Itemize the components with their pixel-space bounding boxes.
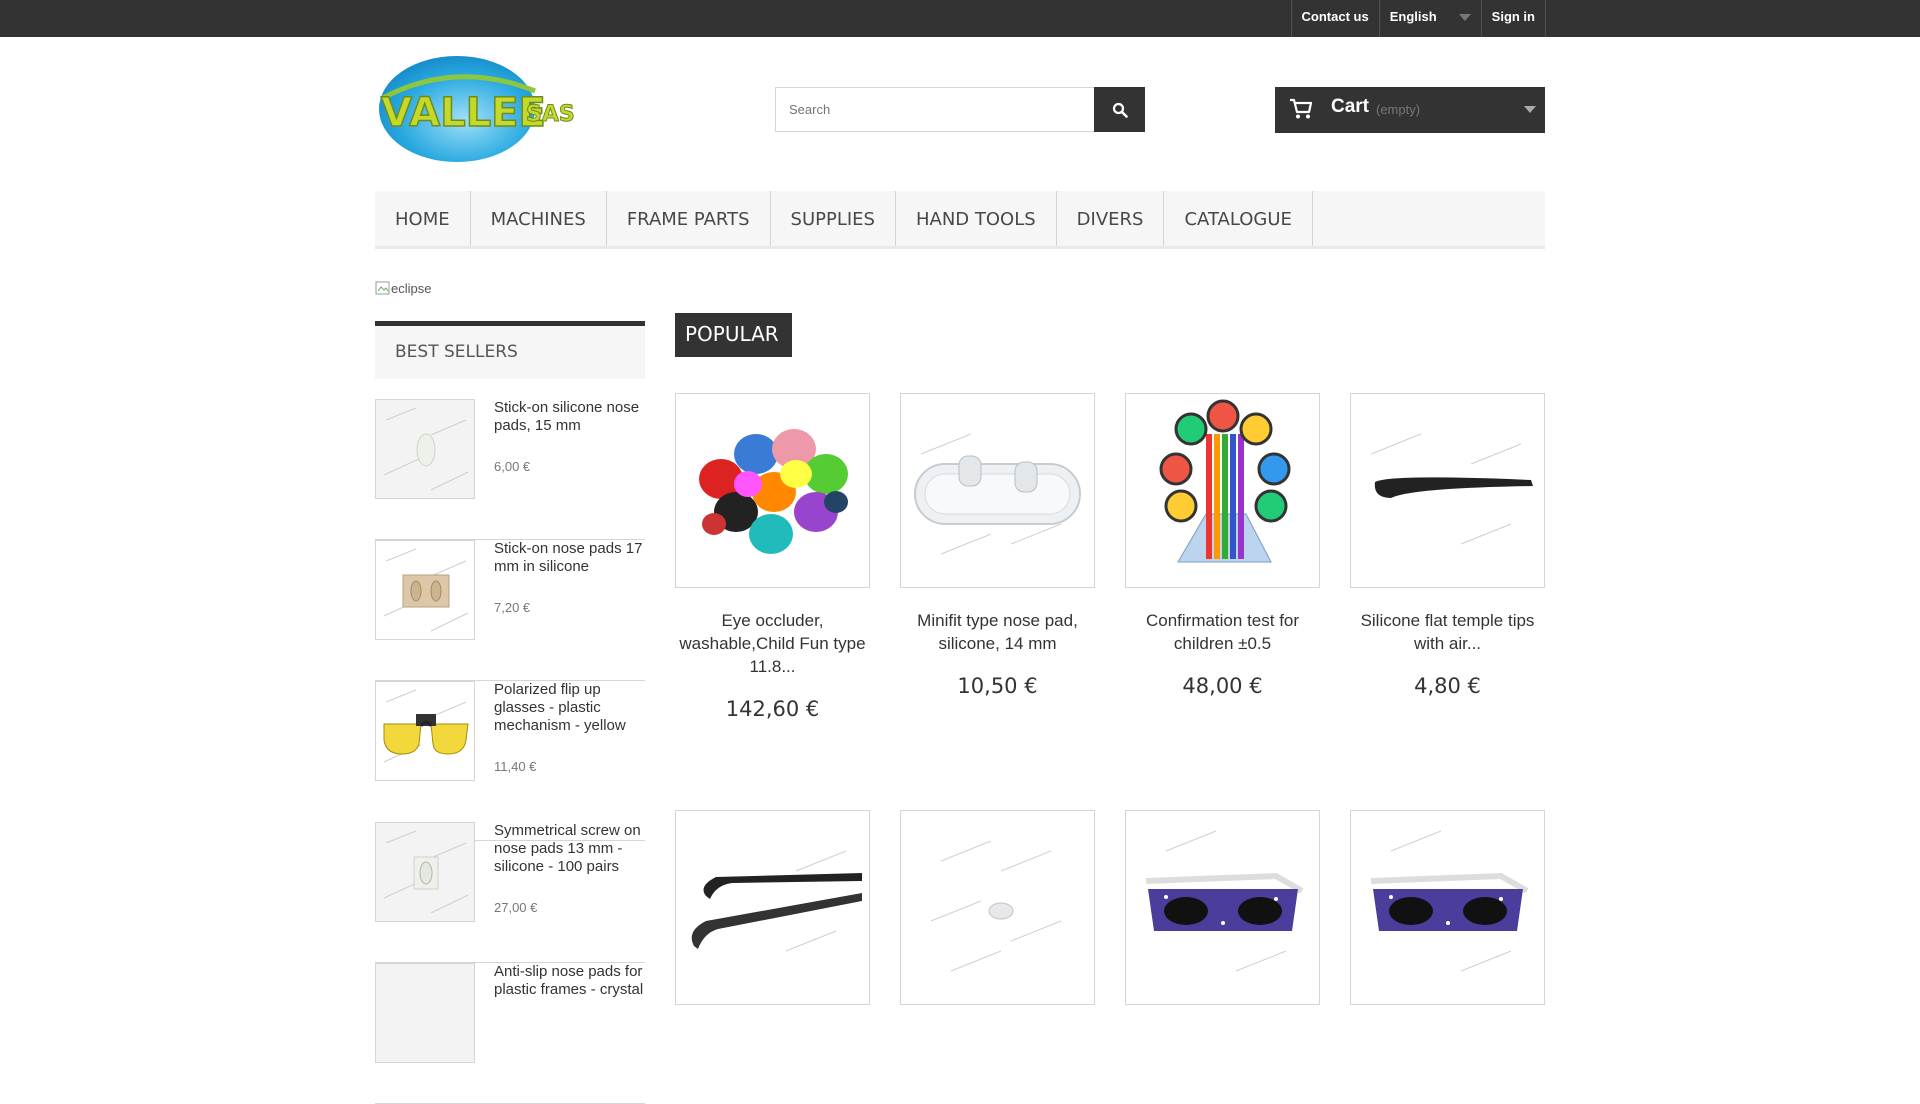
product-image[interactable] <box>900 393 1095 588</box>
menu-item-hand-tools[interactable]: HAND TOOLS <box>896 191 1057 246</box>
menu-item-catalogue[interactable]: CATALOGUE <box>1164 191 1313 246</box>
list-item: Polarized flip up glasses - plastic mech… <box>375 681 645 841</box>
list-item: Stick-on silicone nose pads, 15 mm 6,00 … <box>375 399 645 540</box>
product-image[interactable] <box>675 393 870 588</box>
cart-button[interactable]: Cart (empty) <box>1275 87 1545 133</box>
eclipse-banner-image[interactable]: eclipse <box>375 281 431 296</box>
menu-item-machines[interactable]: MACHINES <box>471 191 607 246</box>
product-name[interactable]: Silicone flat temple tips with air... <box>1350 609 1545 655</box>
menu-item-supplies[interactable]: SUPPLIES <box>771 191 896 246</box>
product-thumbnail[interactable] <box>375 399 475 499</box>
list-item: Stick-on nose pads 17 mm in silicone 7,2… <box>375 540 645 681</box>
product-card <box>1125 810 1320 1005</box>
best-seller-name[interactable]: Stick-on nose pads 17 mm in silicone <box>494 540 645 576</box>
product-card <box>1350 810 1545 1005</box>
search-button[interactable] <box>1094 87 1145 132</box>
best-seller-name[interactable]: Anti-slip nose pads for plastic frames -… <box>494 963 645 999</box>
product-image[interactable] <box>675 810 870 1005</box>
tab-popular-label: POPULAR <box>685 322 779 346</box>
product-price: 142,60 € <box>725 697 820 721</box>
product-price: 48,00 € <box>1182 674 1263 698</box>
product-name[interactable]: Confirmation test for children ±0.5 <box>1125 609 1320 655</box>
menu-item-home[interactable]: HOME <box>375 191 471 246</box>
chevron-down-icon <box>1458 14 1471 21</box>
sign-in-link[interactable]: Sign in <box>1480 0 1546 37</box>
language-label: English <box>1389 9 1437 24</box>
search-input[interactable] <box>776 88 1096 131</box>
product-image[interactable] <box>1350 810 1545 1005</box>
product-card <box>675 810 870 1005</box>
product-thumbnail[interactable] <box>375 540 475 640</box>
top-bar: Contact us English Sign in <box>0 0 1920 37</box>
contact-us-link[interactable]: Contact us <box>1290 0 1379 37</box>
search-box <box>775 87 1145 132</box>
cart-status: (empty) <box>1376 102 1421 117</box>
best-seller-price: 11,40 € <box>494 759 537 774</box>
best-seller-name[interactable]: Symmetrical screw on nose pads 13 mm - s… <box>494 822 645 876</box>
shopping-cart-icon <box>1290 98 1313 119</box>
best-seller-name[interactable]: Polarized flip up glasses - plastic mech… <box>494 681 645 735</box>
search-icon <box>1112 102 1128 118</box>
product-card: Silicone flat temple tips with air... 4,… <box>1350 393 1545 698</box>
logo-word-sub: SAS <box>526 102 575 127</box>
product-name[interactable]: Minifit type nose pad, silicone, 14 mm <box>900 609 1095 655</box>
product-thumbnail[interactable] <box>375 963 475 1063</box>
product-thumbnail[interactable] <box>375 822 475 922</box>
logo-word-main: VALLEE <box>381 90 546 136</box>
menu-item-frame-parts[interactable]: FRAME PARTS <box>607 191 771 246</box>
product-price: 4,80 € <box>1414 674 1481 698</box>
product-image[interactable] <box>1350 393 1545 588</box>
product-card: Eye occluder, washable,Child Fun type 11… <box>675 393 870 721</box>
broken-image-icon <box>375 281 390 295</box>
chevron-down-icon <box>1524 106 1536 113</box>
list-item: Anti-slip nose pads for plastic frames -… <box>375 963 645 1104</box>
language-selector[interactable]: English <box>1378 0 1481 37</box>
product-card: Confirmation test for children ±0.5 48,0… <box>1125 393 1320 698</box>
cart-label: Cart <box>1331 96 1370 117</box>
menu-item-divers[interactable]: DIVERS <box>1057 191 1165 246</box>
product-price: 10,50 € <box>957 674 1038 698</box>
best-seller-price: 7,20 € <box>494 600 531 615</box>
banner-alt-text: eclipse <box>391 281 432 296</box>
best-sellers-title: BEST SELLERS <box>395 342 518 362</box>
tab-popular[interactable]: POPULAR <box>675 313 792 357</box>
main-menu: HOME MACHINES FRAME PARTS SUPPLIES HAND … <box>375 191 1545 249</box>
site-logo[interactable]: VALLEE SAS <box>375 51 578 166</box>
product-image[interactable] <box>900 810 1095 1005</box>
product-name[interactable]: Eye occluder, washable,Child Fun type 11… <box>675 609 870 678</box>
product-image[interactable] <box>1125 810 1320 1005</box>
best-seller-price: 27,00 € <box>494 900 538 915</box>
best-sellers-heading: BEST SELLERS <box>375 321 645 379</box>
top-nav: Contact us English Sign in <box>1290 0 1546 37</box>
best-seller-price: 6,00 € <box>494 459 531 474</box>
product-card <box>900 810 1095 1005</box>
product-card: Minifit type nose pad, silicone, 14 mm 1… <box>900 393 1095 698</box>
list-item: Symmetrical screw on nose pads 13 mm - s… <box>375 822 645 963</box>
product-image[interactable] <box>1125 393 1320 588</box>
product-thumbnail[interactable] <box>375 681 475 781</box>
best-seller-name[interactable]: Stick-on silicone nose pads, 15 mm <box>494 399 645 435</box>
